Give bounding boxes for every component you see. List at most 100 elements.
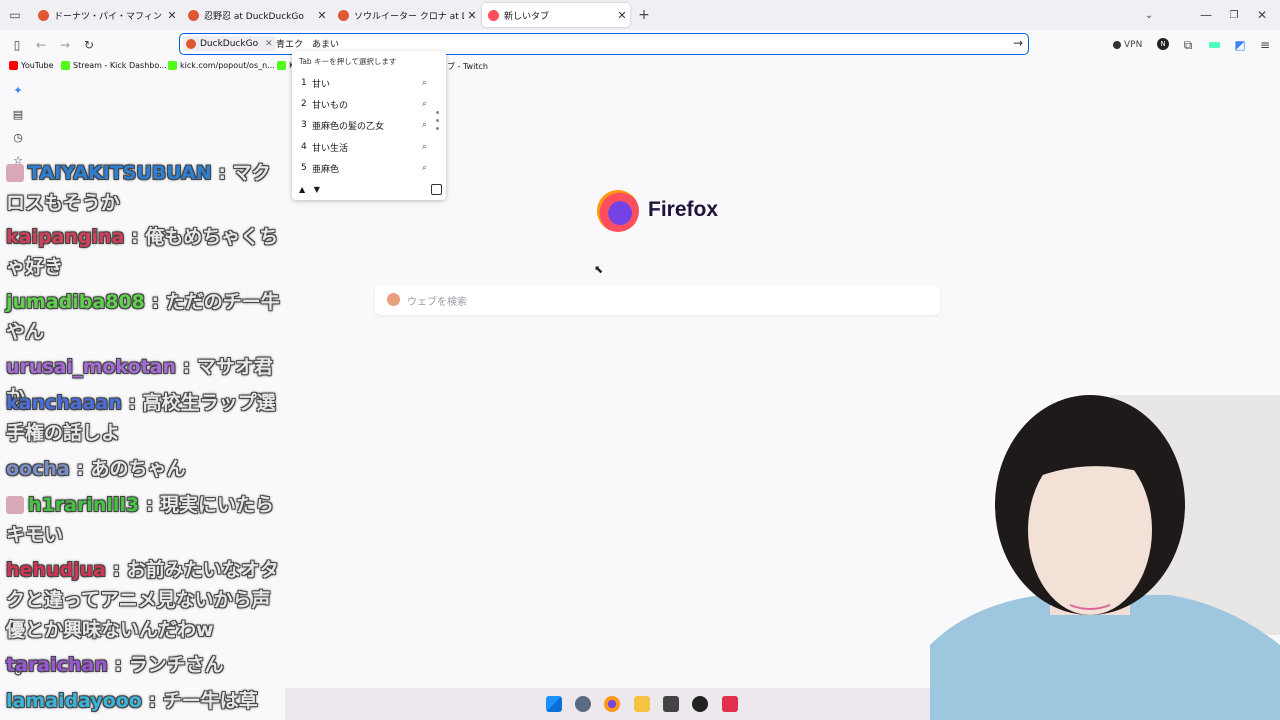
tab-new-tab[interactable]: 新しいタブ ✕	[482, 3, 630, 27]
forward-arrow-icon[interactable]: →	[57, 37, 73, 53]
bookmark-label: ブ - Twitch	[447, 62, 488, 71]
suggestion-item[interactable]: 5 亜麻色 ⌕	[301, 160, 427, 176]
tab-title: ソウルイーター クロナ at DuckDu	[354, 11, 464, 22]
engine-label: DuckDuckGo	[200, 38, 259, 49]
history-clock-icon[interactable]: ◷	[11, 130, 25, 144]
suggestion-text: 甘い生活	[312, 143, 349, 154]
bookmarks-bar: YouTube Stream - Kick Dashbo... kick.com…	[0, 60, 1280, 74]
candidate-page-arrows[interactable]: ▲ ▼	[299, 185, 320, 194]
chat-username: hehudjua	[6, 559, 106, 581]
app-icon[interactable]	[663, 696, 679, 712]
suggestion-item[interactable]: 3 亜麻色の髪の乙女 ⌕	[301, 117, 427, 133]
kick-icon	[168, 61, 177, 70]
tab-soul-eater[interactable]: ソウルイーター クロナ at DuckDu ✕	[332, 3, 480, 27]
page-up-icon[interactable]: ▲	[299, 185, 305, 194]
firefox-logo-icon	[597, 190, 639, 232]
reload-icon[interactable]: ↻	[81, 37, 97, 53]
bookmarks-sidebar-icon[interactable]: ▤	[11, 107, 25, 121]
suggestion-text: 甘い	[312, 79, 331, 90]
bookmark-label: Stream - Kick Dashbo...	[73, 61, 167, 70]
firefox-icon[interactable]	[604, 696, 620, 712]
duckduckgo-icon	[38, 9, 49, 21]
windows-start-icon[interactable]	[546, 696, 562, 712]
chip-close-icon[interactable]: ✕	[265, 39, 273, 49]
chat-message: h1rarinlll3 : 現実にいたらキモい	[6, 494, 274, 546]
vpn-label: VPN	[1124, 40, 1143, 50]
suggestion-number: 5	[301, 163, 307, 173]
obs-icon[interactable]	[692, 696, 708, 712]
search-icon: ⌕	[421, 142, 427, 152]
tab-strip: ▭ ドーナツ・パイ・マフィン｜メニュー｜ミ ✕ 忍野忍 at DuckDuckG…	[0, 0, 1280, 30]
bookmark-twitch[interactable]: ブ - Twitch	[447, 61, 488, 72]
chat-message: taraichan : ランチさん	[6, 654, 224, 676]
search-icon: ⌕	[421, 99, 427, 109]
extension-green-icon[interactable]	[1206, 37, 1222, 53]
chat-username: taraichan	[6, 654, 108, 676]
youtube-icon	[9, 61, 18, 70]
app-red-icon[interactable]	[722, 696, 738, 712]
extensions-puzzle-icon[interactable]: ⧉	[1180, 37, 1196, 53]
streamer-webcam-image	[930, 395, 1280, 720]
suggestion-text: 亜麻色の髪の乙女	[312, 121, 385, 132]
search-icon: ⌕	[421, 78, 427, 88]
firefox-icon	[488, 9, 499, 21]
vpn-button[interactable]: VPN	[1113, 37, 1153, 53]
suggestion-number: 1	[301, 78, 307, 88]
chevron-down-icon[interactable]: ⌄	[1141, 7, 1157, 23]
firefox-wordmark: Firefox	[648, 198, 719, 221]
minimize-icon[interactable]: —	[1198, 7, 1214, 23]
chat-text: チー牛は草	[162, 690, 258, 712]
close-icon[interactable]: ✕	[314, 9, 330, 22]
ime-settings-icon[interactable]	[431, 184, 442, 195]
chat-username: oocha	[6, 458, 70, 480]
user-badge-icon	[6, 164, 24, 182]
chat-username: jumadiba808	[6, 291, 145, 313]
close-icon[interactable]: ✕	[614, 9, 630, 22]
back-arrow-icon[interactable]: ←	[33, 37, 49, 53]
extension-blue-icon[interactable]: ◩	[1232, 37, 1248, 53]
bookmark-label: YouTube	[21, 61, 54, 70]
ai-sparkle-icon[interactable]: ✦	[11, 83, 25, 97]
settings-gear-icon[interactable]	[575, 696, 591, 712]
menu-hamburger-icon[interactable]: ≡	[1257, 37, 1273, 53]
webcam-overlay	[930, 355, 1280, 720]
chat-username: urusai_mokotan	[6, 356, 177, 378]
suggestion-item[interactable]: 4 甘い生活 ⌕	[301, 139, 427, 155]
go-arrow-icon[interactable]: →	[1013, 36, 1023, 50]
suggestion-item[interactable]: 1 甘い ⌕	[301, 75, 427, 91]
tab-list-icon[interactable]: ▭	[7, 7, 23, 23]
tab-donut-menu[interactable]: ドーナツ・パイ・マフィン｜メニュー｜ミ ✕	[32, 3, 180, 27]
chat-username: kaipangina	[6, 226, 125, 248]
close-icon[interactable]: ✕	[164, 9, 180, 22]
sidebar-toggle-icon[interactable]: ▯	[9, 37, 25, 53]
bookmark-label: kick.com/popout/os_n...	[180, 61, 275, 70]
window-close-icon[interactable]: ✕	[1254, 7, 1270, 23]
chat-username: lamaidayooo	[6, 690, 142, 712]
file-explorer-icon[interactable]	[634, 696, 650, 712]
bookmark-kick-dashboard[interactable]: Stream - Kick Dashbo...	[61, 61, 167, 70]
chat-username: h1rarinlll3	[28, 494, 140, 516]
duckduckgo-icon	[188, 9, 199, 21]
suggestion-item[interactable]: 2 甘いもの ⌕	[301, 96, 427, 112]
tab-title: 新しいタブ	[504, 11, 550, 22]
url-input-text[interactable]: 青エク あまい	[276, 37, 339, 50]
search-engine-chip[interactable]: DuckDuckGo ✕	[183, 36, 276, 51]
suggestion-number: 2	[301, 99, 307, 109]
tab-oshino-shinobu[interactable]: 忍野忍 at DuckDuckGo ✕	[182, 3, 330, 27]
chat-message: jumadiba808 : ただのチー牛やん	[6, 291, 280, 343]
bookmark-youtube[interactable]: YouTube	[9, 61, 54, 70]
suggestion-text: 亜麻色	[312, 164, 340, 175]
new-tab-plus-icon[interactable]: +	[636, 7, 652, 23]
chat-username: TAIYAKITSUBUAN	[28, 162, 212, 184]
close-icon[interactable]: ✕	[464, 9, 480, 22]
page-down-icon[interactable]: ▼	[314, 185, 320, 194]
restore-icon[interactable]: ❐	[1226, 7, 1242, 23]
duckduckgo-icon	[387, 293, 400, 306]
mouse-cursor-icon: ⬉	[594, 263, 604, 276]
suggestion-number: 3	[301, 120, 307, 130]
profile-avatar[interactable]: N	[1157, 38, 1169, 50]
kick-icon	[277, 61, 286, 70]
chat-message: lamaidayooo : チー牛は草	[6, 690, 258, 712]
newtab-search-input[interactable]: ウェブを検索	[375, 285, 940, 315]
bookmark-kick-popout[interactable]: kick.com/popout/os_n...	[168, 61, 275, 70]
